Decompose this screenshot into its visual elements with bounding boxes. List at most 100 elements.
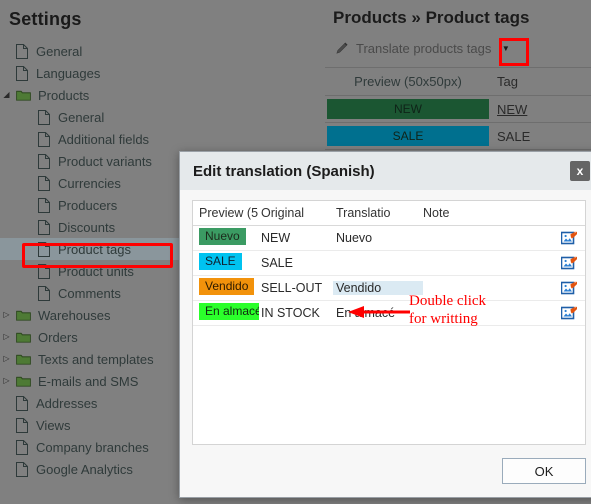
tag-name-cell[interactable]: SALE — [491, 129, 591, 144]
document-icon — [35, 241, 53, 257]
original-text-cell: IN STOCK — [261, 306, 320, 320]
folder-icon — [13, 89, 33, 101]
sidebar-item-label: E-mails and SMS — [38, 373, 139, 389]
sidebar-item-languages[interactable]: Languages — [0, 62, 325, 84]
document-icon — [13, 65, 31, 81]
tag-preview-badge: SALE — [199, 253, 242, 270]
column-header-original: Original — [261, 206, 305, 220]
document-icon — [35, 109, 53, 125]
sidebar-item-label: Product variants — [58, 153, 152, 169]
translation-row[interactable]: SALE SALE — [193, 251, 585, 276]
translation-preview-cell: Vendido — [193, 278, 261, 298]
tag-preview-cell: NEW — [325, 99, 491, 119]
column-header-translation: Translatio — [336, 206, 391, 220]
translation-text-cell[interactable]: Nuevo — [333, 231, 423, 245]
tag-name-cell[interactable]: NEW — [491, 102, 591, 117]
document-icon — [13, 439, 31, 455]
column-header-preview: Preview (50x50px) — [354, 74, 462, 89]
document-icon — [13, 43, 31, 59]
translations-table-header: Preview (5 Original Translatio Note — [193, 201, 585, 226]
tag-preview-badge: En almacé — [199, 303, 259, 320]
tag-preview-badge: Nuevo — [199, 228, 246, 245]
sidebar-item-label: Additional fields — [58, 131, 150, 147]
sidebar-item-label: Company branches — [36, 439, 149, 455]
chevron-down-icon[interactable]: ◢ — [0, 91, 13, 99]
folder-icon — [13, 375, 33, 387]
edit-image-icon[interactable] — [553, 230, 585, 246]
column-header-tag: Tag — [497, 74, 518, 89]
table-empty-area — [193, 326, 585, 444]
table-row[interactable]: SALE SALE — [325, 123, 591, 149]
sidebar-item-label: Google Analytics — [36, 461, 133, 477]
sidebar-item-label: General — [36, 43, 83, 59]
edit-image-icon[interactable] — [553, 255, 585, 271]
sidebar-item-label: Product tags — [58, 241, 131, 257]
chevron-right-icon[interactable]: ▷ — [0, 377, 13, 385]
pencil-icon — [335, 41, 350, 56]
translation-preview-cell: SALE — [193, 253, 261, 273]
document-icon — [35, 153, 53, 169]
document-icon — [35, 285, 53, 301]
chevron-right-icon[interactable]: ▷ — [0, 311, 13, 319]
sidebar-item-label: Views — [36, 417, 71, 433]
sidebar-item-products[interactable]: ◢ Products — [0, 84, 325, 106]
sidebar-item-label: Orders — [38, 329, 78, 345]
sidebar-item-general[interactable]: General — [0, 106, 325, 128]
sidebar-item-additional-fields[interactable]: Additional fields — [0, 128, 325, 150]
dialog-footer: OK — [180, 445, 591, 497]
original-text-cell: NEW — [261, 231, 291, 245]
edit-image-icon[interactable] — [553, 305, 585, 321]
chevron-right-icon[interactable]: ▷ — [0, 333, 13, 341]
dialog-body: Preview (5 Original Translatio Note Nuev… — [180, 190, 591, 445]
translation-text-cell[interactable]: Vendido — [333, 281, 423, 295]
close-icon[interactable]: x — [570, 161, 590, 181]
document-icon — [35, 197, 53, 213]
product-tags-table-header: Preview (50x50px) Tag — [325, 68, 591, 95]
table-row[interactable]: NEW NEW — [325, 96, 591, 122]
sidebar-item-label: Languages — [36, 65, 101, 81]
chevron-right-icon[interactable]: ▷ — [0, 355, 13, 363]
product-tags-table: Preview (50x50px) Tag NEW NEW SALE SALE — [325, 67, 591, 150]
document-icon — [13, 461, 31, 477]
sidebar-item-label: General — [58, 109, 105, 125]
translation-row[interactable]: En almacé IN STOCK En almacé — [193, 301, 585, 326]
tag-name-link[interactable]: NEW — [497, 102, 527, 117]
sidebar-item-label: Producers — [58, 197, 118, 213]
translations-table: Preview (5 Original Translatio Note Nuev… — [192, 200, 586, 445]
translate-products-tags-label[interactable]: Translate products tags — [356, 41, 491, 56]
document-icon — [35, 219, 53, 235]
product-tags-rows: NEW NEW SALE SALE — [325, 96, 591, 150]
folder-icon — [13, 331, 33, 343]
tag-preview-cell: SALE — [325, 126, 491, 146]
document-icon — [35, 131, 53, 147]
sidebar-item-label: Product units — [58, 263, 134, 279]
original-text-cell: SELL-OUT — [261, 281, 323, 295]
translation-preview-cell: En almacé — [193, 303, 261, 323]
edit-image-icon[interactable] — [553, 280, 585, 296]
dialog-title: Edit translation (Spanish) — [193, 162, 375, 180]
page-title: Products » Product tags — [333, 8, 530, 27]
translation-text-cell[interactable]: En almacé — [333, 306, 423, 320]
document-icon — [13, 417, 31, 433]
sidebar-item-label: Currencies — [58, 175, 121, 191]
dialog-titlebar: Edit translation (Spanish) x — [180, 152, 591, 190]
ok-button[interactable]: OK — [502, 458, 586, 484]
sidebar-item-label: Comments — [58, 285, 121, 301]
folder-icon — [13, 353, 33, 365]
folder-icon — [13, 309, 33, 321]
translation-row[interactable]: Nuevo NEW Nuevo — [193, 226, 585, 251]
table-divider — [325, 149, 591, 150]
sidebar-title: Settings — [9, 9, 82, 29]
tag-preview-bar: NEW — [327, 99, 489, 119]
tag-preview-bar: SALE — [327, 126, 489, 146]
document-icon — [35, 175, 53, 191]
translation-row[interactable]: Vendido SELL-OUT Vendido — [193, 276, 585, 301]
sidebar-item-general[interactable]: General — [0, 40, 325, 62]
translate-dropdown-caret-button[interactable]: ▼ — [497, 40, 514, 57]
tag-name-link[interactable]: SALE — [497, 129, 530, 144]
document-icon — [13, 395, 31, 411]
sidebar-item-label: Products — [38, 87, 90, 103]
edit-translation-dialog: Edit translation (Spanish) x Preview (5 … — [179, 151, 591, 498]
content-toolbar: Translate products tags ▼ — [325, 33, 591, 63]
tag-preview-badge: Vendido — [199, 278, 255, 295]
